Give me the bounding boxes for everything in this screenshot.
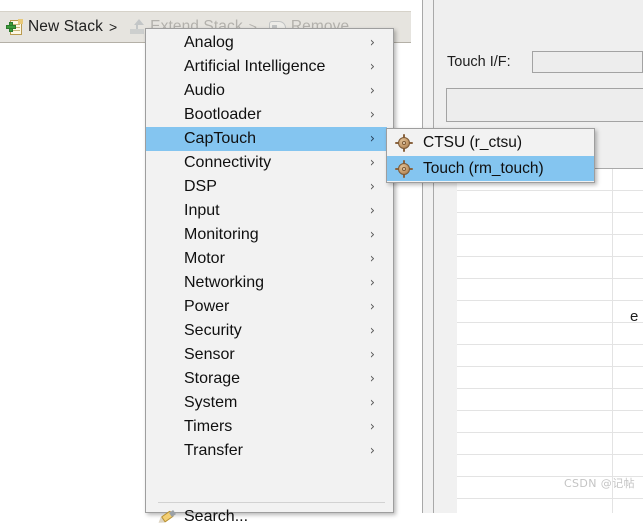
submenu-item-ctsu-r-ctsu-[interactable]: CTSU (r_ctsu): [387, 130, 594, 155]
new-stack-context-menu: Analog › Artificial Intelligence › Audio › Boo…: [145, 28, 394, 526]
chevron-right-icon: ›: [369, 155, 375, 171]
menu-item-label: Audio: [184, 82, 225, 99]
menu-item-transfer[interactable]: Transfer ›: [146, 439, 393, 463]
menu-item-label: System: [184, 394, 238, 411]
new-stack-arrow: >: [108, 19, 118, 35]
submenu-item-label: Touch (rm_touch): [423, 159, 544, 177]
captouch-module-icon: [395, 133, 413, 152]
table-column-divider: [612, 169, 613, 513]
touch-if-input[interactable]: [532, 51, 643, 73]
context-menu-separator: [158, 502, 385, 503]
chevron-right-icon: ›: [369, 35, 375, 51]
chevron-right-icon: ›: [369, 371, 375, 387]
submenu-item-touch-rm-touch-[interactable]: Touch (rm_touch): [387, 156, 594, 181]
menu-item-label: Monitoring: [184, 226, 259, 243]
menu-item-label: Analog: [184, 34, 234, 51]
csdn-watermark: CSDN @记帖: [563, 477, 635, 490]
menu-item-input[interactable]: Input ›: [146, 199, 393, 223]
chevron-right-icon: ›: [369, 203, 375, 219]
menu-item-bootloader[interactable]: Bootloader ›: [146, 103, 393, 127]
chevron-right-icon: ›: [369, 107, 375, 123]
menu-item-label: Timers: [184, 418, 233, 435]
panel-scrollbar-track[interactable]: [423, 0, 434, 513]
menu-item-label: Motor: [184, 250, 225, 267]
menu-item-label: DSP: [184, 178, 217, 195]
new-stack-button[interactable]: New Stack >: [0, 12, 123, 42]
chevron-right-icon: ›: [369, 59, 375, 75]
table-row-header-column: [434, 169, 458, 513]
captouch-module-icon: [395, 159, 413, 178]
chevron-right-icon: ›: [369, 323, 375, 339]
panel-gutter-left: [411, 0, 423, 513]
chevron-right-icon: ›: [369, 419, 375, 435]
extend-stack-icon: [129, 19, 145, 35]
menu-item-search[interactable]: Search...: [146, 504, 393, 530]
menu-item-label: Input: [184, 202, 220, 219]
chevron-right-icon: ›: [369, 347, 375, 363]
menu-item-connectivity[interactable]: Connectivity ›: [146, 151, 393, 175]
touch-if-row: Touch I/F:: [434, 50, 643, 74]
menu-item-security[interactable]: Security ›: [146, 319, 393, 343]
context-menu-list: Analog › Artificial Intelligence › Audio › Boo…: [146, 31, 393, 463]
menu-item-sensor[interactable]: Sensor ›: [146, 343, 393, 367]
captouch-submenu: CTSU (r_ctsu) Touch (rm_touch): [386, 128, 595, 183]
chevron-right-icon: ›: [369, 179, 375, 195]
chevron-right-icon: ›: [369, 227, 375, 243]
chevron-right-icon: ›: [369, 443, 375, 459]
menu-item-networking[interactable]: Networking ›: [146, 271, 393, 295]
menu-item-analog[interactable]: Analog ›: [146, 31, 393, 55]
menu-item-label: Security: [184, 322, 242, 339]
pencil-icon: [156, 510, 177, 526]
touch-if-label: Touch I/F:: [447, 54, 511, 70]
menu-item-label: Artificial Intelligence: [184, 58, 326, 75]
menu-item-captouch[interactable]: CapTouch ›: [146, 127, 393, 151]
menu-item-system[interactable]: System ›: [146, 391, 393, 415]
chevron-right-icon: ›: [369, 395, 375, 411]
new-stack-icon: [6, 18, 23, 36]
context-menu-right-edge: [387, 30, 393, 511]
menu-item-search-label: Search...: [184, 508, 249, 525]
submenu-item-label: CTSU (r_ctsu): [423, 133, 523, 151]
configuration-table: e: [434, 168, 643, 513]
menu-item-power[interactable]: Power ›: [146, 295, 393, 319]
menu-item-monitoring[interactable]: Monitoring ›: [146, 223, 393, 247]
menu-item-dsp[interactable]: DSP ›: [146, 175, 393, 199]
menu-item-motor[interactable]: Motor ›: [146, 247, 393, 271]
chevron-right-icon: ›: [369, 299, 375, 315]
menu-item-label: Transfer: [184, 442, 243, 459]
table-rows[interactable]: e: [457, 169, 643, 513]
chevron-right-icon: ›: [369, 275, 375, 291]
menu-item-label: Bootloader: [184, 106, 262, 123]
new-stack-label: New Stack: [28, 18, 103, 35]
menu-item-audio[interactable]: Audio ›: [146, 79, 393, 103]
chevron-right-icon: ›: [369, 251, 375, 267]
submenu-list: CTSU (r_ctsu) Touch (rm_touch): [387, 130, 594, 181]
menu-item-label: Networking: [184, 274, 265, 291]
menu-item-timers[interactable]: Timers ›: [146, 415, 393, 439]
menu-item-label: Sensor: [184, 346, 235, 363]
menu-item-storage[interactable]: Storage ›: [146, 367, 393, 391]
menu-item-label: Storage: [184, 370, 241, 387]
menu-item-label: CapTouch: [184, 130, 257, 147]
chevron-right-icon: ›: [369, 83, 375, 99]
menu-item-artificial-intelligence[interactable]: Artificial Intelligence ›: [146, 55, 393, 79]
table-partial-text: e: [630, 308, 639, 325]
secondary-input[interactable]: [446, 88, 643, 122]
properties-panel: Touch I/F: e CSDN @记帖: [411, 0, 643, 513]
chevron-right-icon: ›: [369, 131, 375, 147]
menu-item-label: Connectivity: [184, 154, 272, 171]
menu-item-label: Power: [184, 298, 230, 315]
